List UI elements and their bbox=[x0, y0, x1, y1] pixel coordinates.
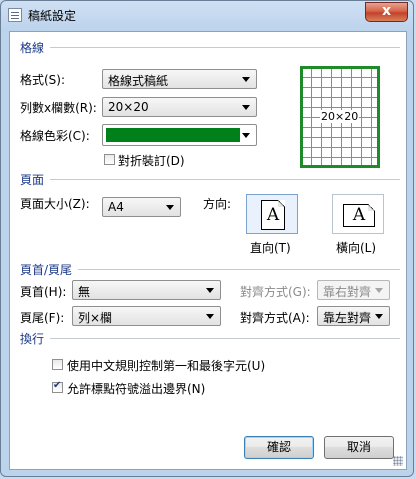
page-size-select[interactable]: A4 bbox=[102, 197, 181, 217]
grid-color-label: 格線色彩(C): bbox=[20, 129, 90, 143]
section-divider bbox=[50, 47, 400, 48]
ok-button[interactable]: 確認 bbox=[244, 436, 314, 459]
orientation-label: 方向: bbox=[203, 197, 232, 211]
page-size-label: 頁面大小(Z): bbox=[20, 197, 90, 211]
grid-preview-label: 20×20 bbox=[320, 110, 360, 123]
header-select[interactable]: 無 bbox=[72, 280, 221, 300]
cjk-rule-checkbox[interactable] bbox=[52, 359, 63, 370]
footer-align-select[interactable]: 靠左對齊 bbox=[317, 306, 390, 326]
grid-size-select[interactable]: 20×20 bbox=[102, 97, 257, 117]
cancel-button[interactable]: 取消 bbox=[324, 436, 394, 459]
landscape-page-icon: A bbox=[343, 204, 375, 227]
footer-align-value: 靠左對齊 bbox=[323, 311, 372, 325]
footer-value: 列×欄 bbox=[78, 311, 113, 325]
grid-color-swatch bbox=[106, 128, 240, 142]
chevron-down-icon bbox=[166, 205, 174, 210]
section-title-page: 頁面 bbox=[20, 173, 45, 187]
footer-select[interactable]: 列×欄 bbox=[72, 306, 221, 326]
title-bar[interactable]: 稿紙設定 x bbox=[1, 1, 413, 29]
section-divider bbox=[78, 269, 400, 270]
footer-align-label: 對齊方式(A): bbox=[240, 311, 310, 325]
chevron-down-icon bbox=[375, 288, 383, 293]
fold-binding-label[interactable]: 對折裝訂(D) bbox=[118, 152, 185, 169]
chevron-down-icon bbox=[242, 77, 250, 82]
chevron-down-icon bbox=[206, 288, 214, 293]
chevron-down-icon bbox=[242, 133, 250, 138]
header-align-value: 靠右對齊 bbox=[323, 285, 372, 299]
header-value: 無 bbox=[78, 285, 91, 299]
section-title-header-footer: 頁首/頁尾 bbox=[20, 263, 73, 277]
footer-label: 頁尾(F): bbox=[20, 311, 65, 325]
section-divider bbox=[50, 179, 400, 180]
section-divider bbox=[50, 338, 400, 339]
grid-size-label: 列數x欄數(R): bbox=[20, 101, 97, 115]
hanging-punct-label[interactable]: 允許標點符號溢出邊界(N) bbox=[67, 380, 205, 397]
grid-style-label: 格式(S): bbox=[20, 73, 66, 87]
grid-preview: 20×20 bbox=[300, 66, 380, 168]
landscape-label[interactable]: 橫向(L) bbox=[336, 239, 376, 256]
portrait-label[interactable]: 直向(T) bbox=[250, 239, 291, 256]
header-align-select: 靠右對齊 bbox=[317, 280, 390, 300]
window-title: 稿紙設定 bbox=[28, 9, 77, 23]
resize-grip[interactable] bbox=[393, 456, 403, 466]
cjk-rule-label[interactable]: 使用中文規則控制第一和最後字元(U) bbox=[67, 357, 265, 374]
hanging-punct-checkbox[interactable] bbox=[52, 380, 63, 393]
chevron-down-icon bbox=[242, 105, 250, 110]
page-size-value: A4 bbox=[108, 200, 124, 214]
portrait-button[interactable]: A bbox=[246, 194, 298, 234]
fold-binding-checkbox[interactable] bbox=[104, 154, 115, 165]
header-align-label: 對齊方式(G): bbox=[240, 285, 311, 299]
grid-style-value: 格線式稿紙 bbox=[108, 74, 169, 88]
grid-size-value: 20×20 bbox=[108, 100, 149, 114]
landscape-button[interactable]: A bbox=[332, 194, 384, 234]
document-icon bbox=[8, 8, 22, 22]
grid-style-select[interactable]: 格線式稿紙 bbox=[102, 69, 257, 89]
section-title-grid: 格線 bbox=[20, 41, 45, 55]
close-button[interactable]: x bbox=[365, 2, 408, 22]
chevron-down-icon bbox=[206, 314, 214, 319]
portrait-page-icon: A bbox=[261, 200, 285, 230]
grid-color-picker[interactable] bbox=[102, 124, 257, 146]
page-setup-dialog: 稿紙設定 x 格線 格式(S): 格線式稿紙 列數x欄數(R): 20×20 格… bbox=[0, 0, 414, 477]
section-title-line-wrap: 換行 bbox=[20, 332, 45, 346]
dialog-body: 格線 格式(S): 格線式稿紙 列數x欄數(R): 20×20 格線色彩(C):… bbox=[9, 31, 407, 470]
header-label: 頁首(H): bbox=[20, 285, 67, 299]
chevron-down-icon bbox=[375, 314, 383, 319]
